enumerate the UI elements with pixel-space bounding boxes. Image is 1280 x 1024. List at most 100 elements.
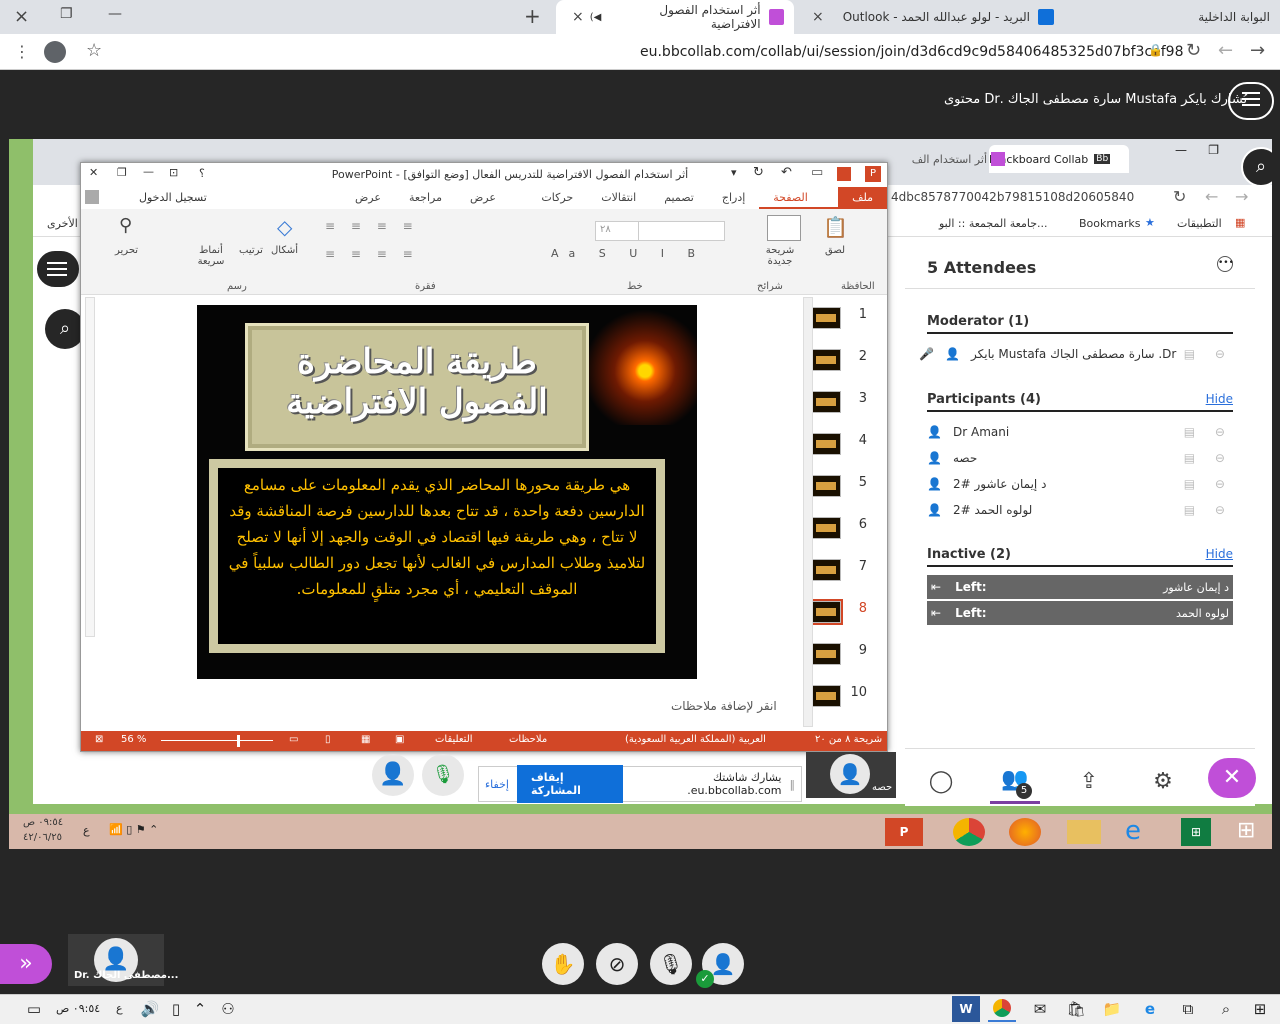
attendees-icon[interactable]: 👥 <box>990 758 1040 804</box>
tab-review[interactable]: مراجعة <box>395 187 456 209</box>
tab-outlook[interactable]: البريد - لولو عبدالله الحمد - Outlook × <box>796 0 1064 34</box>
thumbnail-scrollbar[interactable] <box>803 297 813 727</box>
binoculars-icon[interactable]: ⚲ <box>119 215 132 236</box>
tab-design[interactable]: تصميم <box>650 187 708 209</box>
task-view-icon[interactable]: ⧉ <box>1174 996 1202 1022</box>
restore-icon[interactable]: ❐ <box>117 166 127 179</box>
row-actions-icon[interactable]: ▤ ⊖ <box>1184 347 1233 361</box>
tab-transitions[interactable]: انتقالات <box>587 187 650 209</box>
chrome-icon[interactable] <box>988 996 1016 1022</box>
zoom-level[interactable]: 56 % <box>121 734 146 745</box>
thumbnail-9[interactable]: 9 <box>811 639 867 675</box>
thumbnail-3[interactable]: 3 <box>811 387 867 423</box>
forward-icon[interactable]: ← <box>1218 40 1233 61</box>
thumbnail-7[interactable]: 7 <box>811 555 867 591</box>
fit-slide-icon[interactable]: ⊠ <box>95 734 103 745</box>
participant-row[interactable]: 👤 حصه ▤ ⊖ <box>927 446 1233 470</box>
profile-avatar[interactable] <box>44 41 66 63</box>
tab-virtual-classes[interactable]: أثر استخدام الفصول الافتراضية ◀) × <box>556 0 794 34</box>
reload-icon[interactable]: ↻ <box>1186 40 1201 61</box>
microphone-icon[interactable]: 🎙 <box>422 754 464 796</box>
tray-chevron-icon[interactable]: ⌃ <box>186 996 214 1022</box>
row-actions-icon[interactable]: ▤ ⊖ <box>1184 503 1233 517</box>
thumbnail-2[interactable]: 2 <box>811 345 867 381</box>
font-size-field[interactable]: ٢٨ <box>595 221 639 241</box>
paste-icon[interactable]: 📋 <box>823 215 848 239</box>
bookmark-other[interactable]: الأخرى <box>47 217 78 230</box>
slideshow-icon[interactable]: ▭ <box>811 165 823 180</box>
tab-home[interactable]: الصفحة الرئيسية <box>759 187 839 226</box>
ie-icon[interactable]: e <box>1125 816 1141 846</box>
mail-icon[interactable]: ✉ <box>1026 996 1054 1022</box>
tab-insert[interactable]: إدراج <box>708 187 759 209</box>
paste-button[interactable]: لصق <box>825 245 845 256</box>
raise-hand-icon[interactable]: ✋ <box>542 943 584 985</box>
reading-view-icon[interactable]: ▯ <box>325 734 331 745</box>
participant-row[interactable]: 👤 د إيمان عاشور #2 ▤ ⊖ <box>927 472 1233 496</box>
view-slideshow-icon[interactable]: ▭ <box>289 734 298 745</box>
font-format-icons[interactable]: Aa S U I B <box>551 247 705 260</box>
settings-icon[interactable]: ⚙ <box>1138 758 1188 804</box>
tab-file[interactable]: ملف <box>838 187 887 209</box>
new-slide-icon[interactable] <box>767 215 801 241</box>
hide-share-bar-link[interactable]: إخفاء <box>485 778 509 791</box>
new-tab-button[interactable]: + <box>524 4 541 28</box>
participant-row[interactable]: 👤 Dr Amani ▤ ⊖ <box>927 420 1233 444</box>
undo-icon[interactable]: ↶ <box>781 165 792 180</box>
volume-icon[interactable]: 🔊 <box>136 996 164 1022</box>
shapes-icon[interactable]: ◇ <box>277 215 292 239</box>
ribbon-display-icon[interactable]: ⊡ <box>169 166 178 179</box>
normal-view-icon[interactable]: ▣ <box>395 734 404 745</box>
participant-row[interactable]: 👤 لولوه الحمد #2 ▤ ⊖ <box>927 498 1233 522</box>
tab-close-icon[interactable]: × <box>566 9 590 25</box>
more-menu-icon[interactable]: ⋮ <box>14 42 30 61</box>
qat-customize-icon[interactable]: ▾ <box>731 166 737 179</box>
zoom-thumb[interactable] <box>237 735 240 747</box>
session-menu-button[interactable] <box>1228 82 1274 120</box>
tab-slideshow[interactable]: عرض الشرائح <box>456 187 527 226</box>
edge-icon[interactable]: e <box>1136 996 1164 1022</box>
slide-body-box[interactable]: هي طريقة محورها المحاضر الذي يقدم المعلو… <box>209 459 665 653</box>
tab-animations[interactable]: حركات <box>527 187 587 209</box>
file-explorer-icon[interactable] <box>1067 820 1101 844</box>
close-panel-button[interactable]: ✕ <box>1208 758 1256 798</box>
window-restore-icon[interactable]: ❐ <box>60 6 73 22</box>
notes-placeholder[interactable]: انقر لإضافة ملاحظات <box>671 699 777 713</box>
powerpoint-icon[interactable]: P <box>885 818 923 846</box>
thumbnail-1[interactable]: 1 <box>811 303 867 339</box>
word-icon[interactable]: W <box>952 996 980 1022</box>
people-icon[interactable]: ⚇ <box>214 996 242 1022</box>
new-slide-button[interactable]: شريحة جديدة <box>753 245 807 267</box>
shared-menu-button[interactable] <box>35 249 81 289</box>
file-explorer-icon[interactable]: 📁 <box>1098 996 1126 1022</box>
moderator-row[interactable]: 🎤 👤 بايكر Mustafa سارة مصطفى الجاك .Dr ▤… <box>919 342 1233 366</box>
store-icon[interactable]: ⊞ <box>1181 818 1211 846</box>
lock-icon[interactable]: 🔒 <box>1148 43 1163 57</box>
stop-sharing-button[interactable]: إيقاف المشاركة <box>516 765 624 803</box>
tab-view[interactable]: عرض <box>341 187 395 209</box>
speaker-icon[interactable]: ◀) <box>590 12 602 23</box>
help-icon[interactable]: ؟ <box>199 167 205 180</box>
taskbar-clock[interactable]: ٠٩:٥٤ ص <box>56 1002 100 1015</box>
window-minimize-icon[interactable]: — <box>108 6 122 22</box>
restore-icon[interactable]: ❐ <box>1208 143 1219 157</box>
hide-participants-link[interactable]: Hide <box>1206 392 1233 406</box>
tab-close-icon[interactable]: × <box>806 9 830 25</box>
url-text[interactable]: eu.bbcollab.com/collab/ui/session/join/d… <box>640 44 1184 60</box>
arrange-button[interactable]: ترتيب <box>239 245 263 256</box>
tab-internal-portal[interactable]: البوابة الداخلية <box>1066 0 1280 34</box>
microphone-off-icon[interactable]: 🎙 <box>650 943 692 985</box>
camera-off-icon[interactable]: ⊘ <box>596 943 638 985</box>
redo-icon[interactable]: ↻ <box>753 165 764 180</box>
row-actions-icon[interactable]: ▤ ⊖ <box>1184 477 1233 491</box>
row-actions-icon[interactable]: ▤ ⊖ <box>1184 451 1233 465</box>
shapes-button[interactable]: أشكال <box>271 245 298 256</box>
notification-icon[interactable]: ▭ <box>20 996 48 1022</box>
windows-start-icon[interactable]: ⊞ <box>1237 818 1255 843</box>
quick-styles-button[interactable]: أنماط سريعة <box>191 245 231 267</box>
share-content-icon[interactable]: ⇪ <box>1064 758 1114 804</box>
open-panel-button[interactable]: » <box>0 944 52 984</box>
firefox-icon[interactable] <box>1009 818 1041 846</box>
window-close-icon[interactable]: × <box>14 6 29 27</box>
more-options-icon[interactable]: ••• <box>1217 256 1234 272</box>
